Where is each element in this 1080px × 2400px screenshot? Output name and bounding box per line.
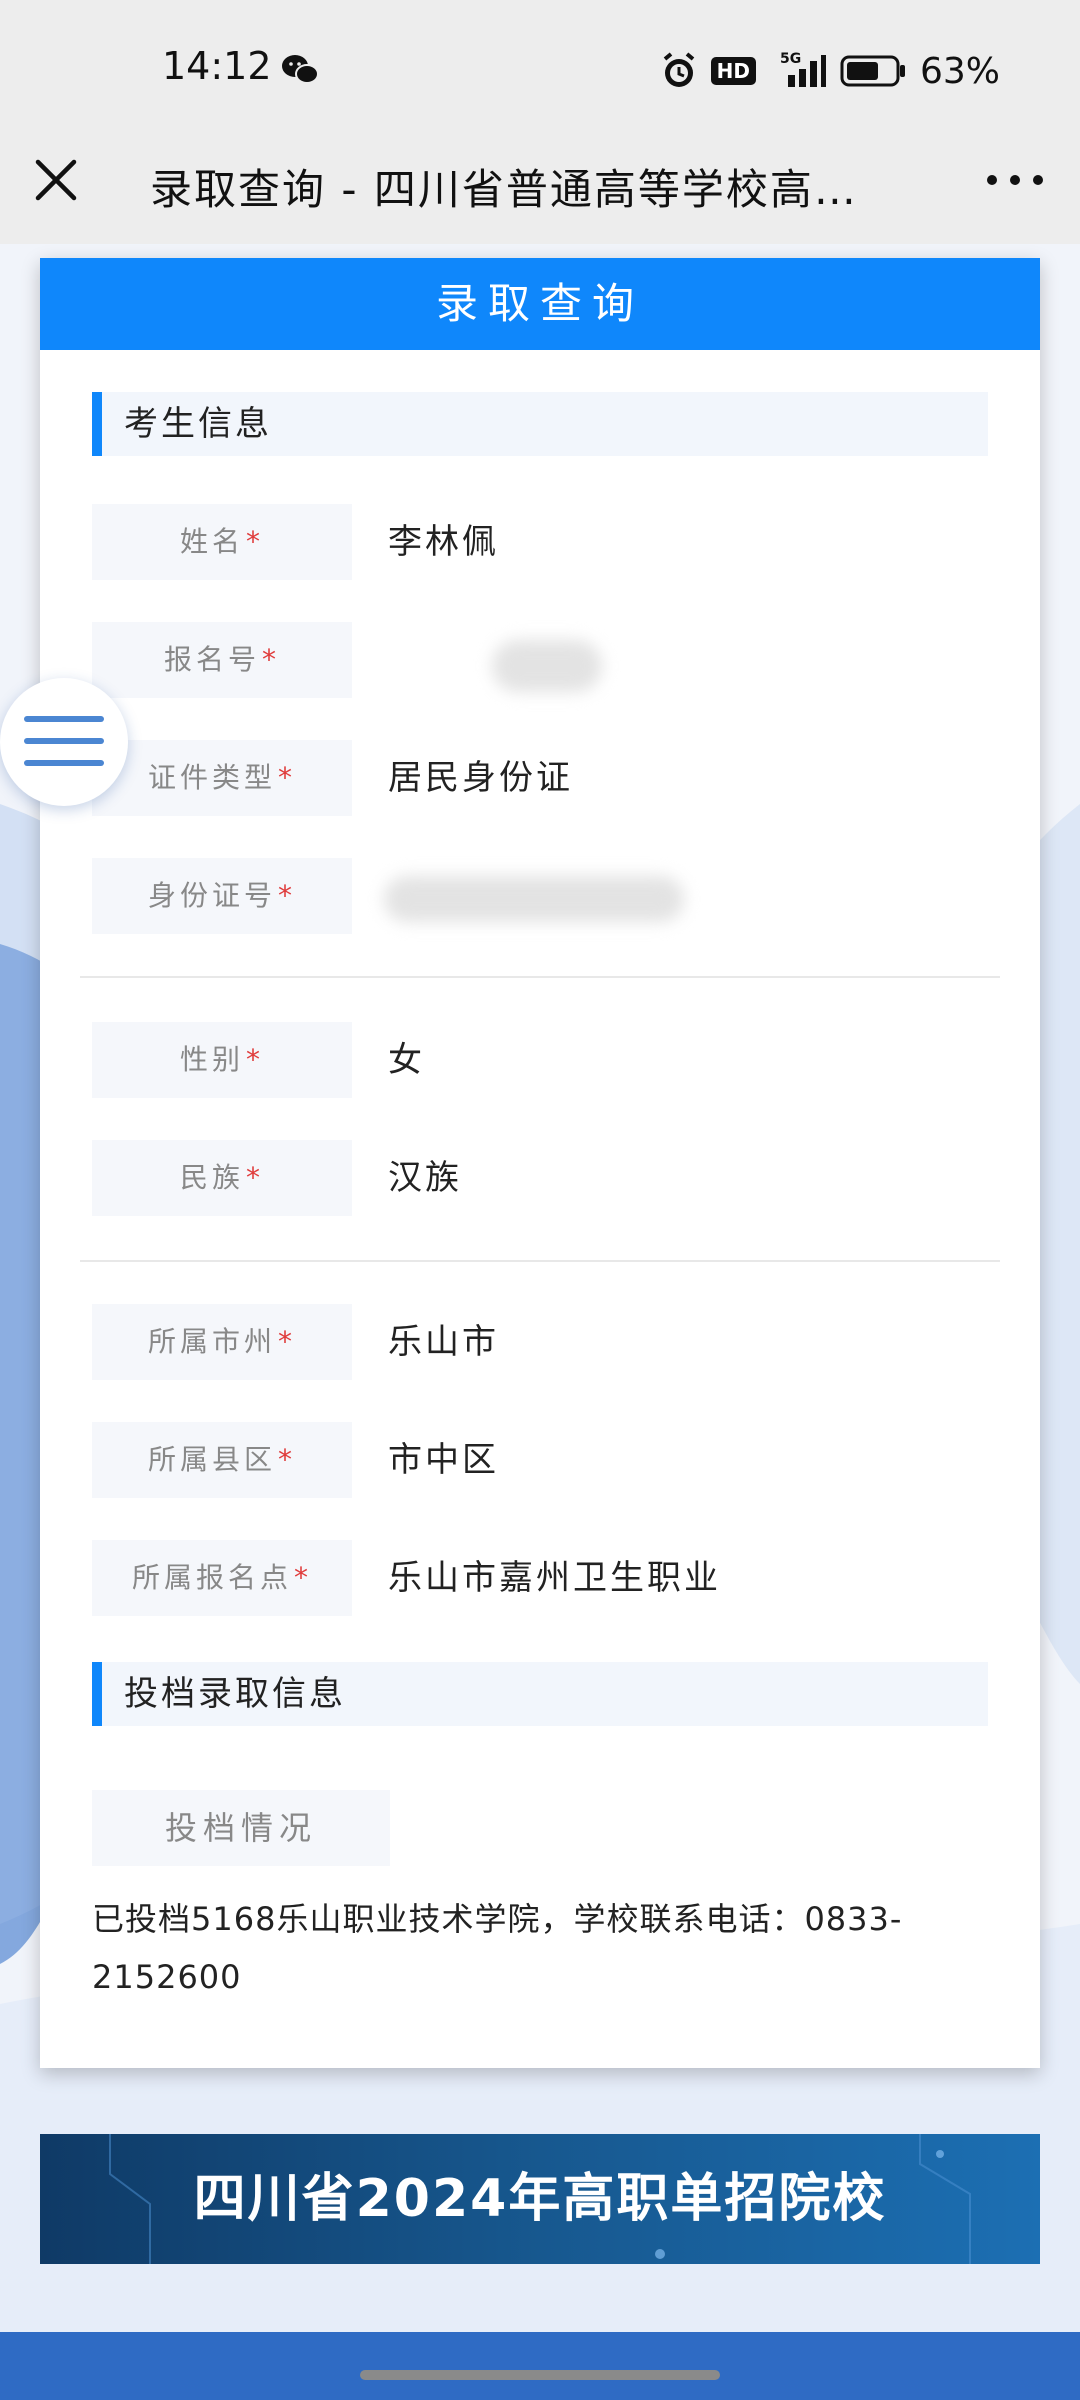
required-mark: * [246,525,264,558]
required-mark: * [246,1161,264,1194]
required-mark: * [294,1561,312,1594]
label-registration-site: 所属报名点* [92,1540,352,1616]
label-district-text: 所属县区 [147,1443,276,1476]
value-city: 乐山市 [388,1322,499,1362]
close-icon[interactable] [30,154,82,206]
value-name: 李林佩 [388,522,499,562]
label-id-type-text: 证件类型 [147,761,276,794]
bottom-strip [0,2332,1080,2400]
section-student-info: 考生信息 [92,392,988,456]
label-id-number: 身份证号* [92,858,352,934]
alarm-icon [663,52,694,87]
required-mark: * [262,643,280,676]
status-icons: HD 5G 63% [661,48,1000,94]
value-gender: 女 [388,1040,425,1080]
divider [80,976,1000,978]
more-dot [986,175,997,185]
label-city: 所属市州* [92,1304,352,1380]
label-registration-number: 报名号* [92,622,352,698]
required-mark: * [278,879,296,912]
required-mark: * [278,1325,296,1358]
promo-banner[interactable]: 四川省2024年高职单招院校 [40,2134,1040,2264]
value-ethnicity: 汉族 [388,1158,462,1198]
menu-line [24,760,104,766]
filing-status-text: 已投档5168乐山职业技术学院，学校联系电话：0833-2152600 [92,1900,903,1996]
battery-icon [840,55,905,87]
banner-title: 四川省2024年高职单招院校 [193,2169,887,2229]
gesture-bar[interactable] [360,2370,720,2380]
required-mark: * [246,1043,264,1076]
page-title: 录取查询 - 四川省普通高等学校高… [150,165,858,214]
floating-menu-button[interactable] [0,678,128,806]
status-time: 14:12 [162,44,272,88]
menu-line [24,738,104,744]
label-id-number-text: 身份证号 [147,879,276,912]
label-registration-site-text: 所属报名点 [131,1561,292,1594]
label-filing-status: 投档情况 [92,1790,390,1866]
network-label: 5G [780,51,801,67]
battery-percent: 63% [919,50,1000,92]
label-gender-text: 性别 [179,1043,244,1076]
value-registration-site: 乐山市嘉州卫生职业 [388,1558,721,1598]
label-name: 姓名* [92,504,352,580]
blurred-id-number [384,876,684,922]
label-registration-number-text: 报名号 [163,643,260,676]
required-mark: * [278,1443,296,1476]
signal-5g-icon: 5G [780,51,826,87]
blurred-registration-number [492,640,602,692]
label-city-text: 所属市州 [147,1325,276,1358]
label-id-type: 证件类型* [92,740,352,816]
label-ethnicity-text: 民族 [179,1161,244,1194]
label-ethnicity: 民族* [92,1140,352,1216]
value-district: 市中区 [388,1440,499,1480]
label-name-text: 姓名 [179,525,244,558]
label-district: 所属县区* [92,1422,352,1498]
wechat-icon [282,55,319,84]
more-options-icon[interactable] [980,160,1050,200]
hd-badge: HD [710,57,756,85]
section-admission-info: 投档录取信息 [92,1662,988,1726]
more-dot [1009,175,1020,185]
card-header: 录取查询 [40,258,1040,350]
value-id-type: 居民身份证 [388,758,573,798]
more-dot [1033,175,1044,185]
menu-line [24,716,104,722]
label-gender: 性别* [92,1022,352,1098]
admission-query-card: 录取查询 考生信息 姓名* 李林佩 报名号* 证件类型* 居民身份证 身份证号*… [40,258,1040,2068]
required-mark: * [278,761,296,794]
status-bar: 14:12 HD 5G 63% [0,0,1080,140]
nav-bar: 录取查询 - 四川省普通高等学校高… [0,120,1080,244]
divider [80,1260,1000,1262]
